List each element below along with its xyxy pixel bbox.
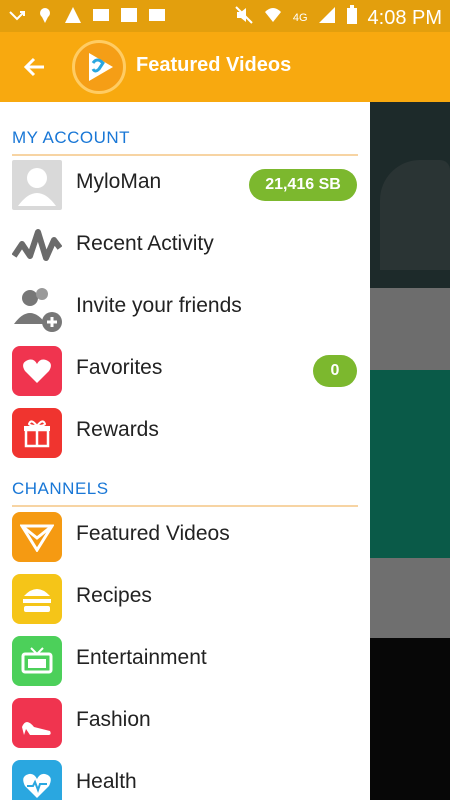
featured-videos-icon [12,512,62,562]
section-header-account: MY ACCOUNT [12,128,358,156]
menu-item-label: Health [76,770,137,793]
channel-item-recipes[interactable]: Recipes [0,568,370,630]
status-bar: 4G 4:08 PM [0,0,450,32]
channel-item-featured-videos[interactable]: Featured Videos [0,506,370,568]
gift-icon [12,408,62,458]
activity-icon [12,222,62,272]
app-bar: Featured Videos [0,32,450,102]
username: MyloMan [76,170,162,193]
heart-pulse-icon [12,760,62,800]
back-button[interactable] [18,50,52,84]
signal-icon [318,6,336,30]
channel-item-entertainment[interactable]: Entertainment [0,630,370,692]
warning-icon [64,6,82,24]
video-caption [370,558,450,638]
menu-item-label: Featured Videos [76,522,230,545]
tv-icon [12,636,62,686]
menu-item-favorites[interactable]: Favorites 0 [0,340,370,402]
section-header-channels: CHANNELS [12,479,358,507]
menu-item-label: Entertainment [76,646,207,669]
video-thumbnail[interactable] [370,638,450,800]
avatar [12,160,62,210]
menu-item-invite-friends[interactable]: Invite your friends [0,278,370,340]
video-thumbnail[interactable] [370,370,450,558]
channel-item-fashion[interactable]: Fashion [0,692,370,754]
favorites-count-badge: 0 [313,355,357,387]
balance-badge: 21,416 SB [249,169,357,201]
mute-icon [235,6,253,30]
channel-item-health[interactable]: Health [0,754,370,800]
high-heel-icon [12,698,62,748]
video-thumbnail[interactable] [370,102,450,288]
page-title: Featured Videos [136,54,292,76]
menu-item-label: Invite your friends [76,294,242,317]
video-list-background [370,102,450,800]
menu-item-label: Recipes [76,584,152,607]
location-icon [36,6,54,24]
mail-icon [92,6,110,24]
menu-item-rewards[interactable]: Rewards [0,402,370,464]
burger-icon [12,574,62,624]
menu-item-recent-activity[interactable]: Recent Activity [0,216,370,278]
clock: 4:08 PM [367,6,442,29]
battery-icon [346,5,358,31]
wifi-icon [263,6,283,30]
app-logo [72,40,126,94]
mail-icon-2 [148,6,166,24]
image-icon [120,6,138,24]
play-logo-icon [89,53,113,81]
profile-item[interactable]: MyloMan 21,416 SB [0,154,370,216]
network-type: 4G [292,12,308,24]
heart-icon [12,346,62,396]
invite-friends-icon [12,284,62,334]
video-caption [370,288,450,370]
avatar-placeholder-icon [18,168,56,206]
menu-item-label: Rewards [76,418,159,441]
arrow-left-icon [23,57,44,77]
menu-item-label: Recent Activity [76,232,214,255]
menu-item-label: Favorites [76,356,163,379]
menu-item-label: Fashion [76,708,151,731]
missed-call-icon [8,6,26,24]
navigation-drawer: MY ACCOUNT MyloMan 21,416 SB Recent Acti… [0,102,370,800]
